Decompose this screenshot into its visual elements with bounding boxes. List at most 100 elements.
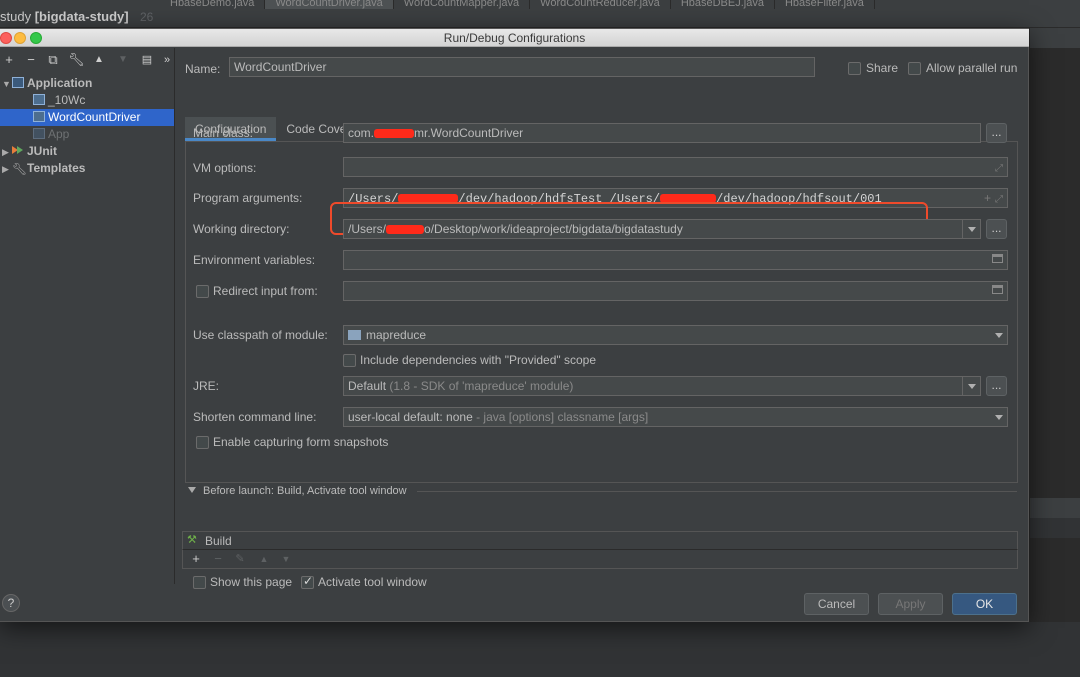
application-icon: [12, 77, 24, 88]
build-task[interactable]: Build: [205, 534, 232, 548]
add-icon[interactable]: +: [189, 551, 203, 567]
expand-icon[interactable]: ⤢: [995, 160, 1003, 176]
allow-parallel-checkbox[interactable]: [908, 62, 921, 75]
include-deps-label: Include dependencies with "Provided" sco…: [360, 353, 597, 367]
name-label: Name:: [185, 62, 221, 76]
file-tab[interactable]: HbaseFilter.java: [775, 0, 875, 9]
tree-toolbar: + − ⧉ 🔧︎ ▲ ▼ ▤ »: [0, 48, 175, 72]
collapse-arrow-icon[interactable]: ▶: [2, 144, 12, 161]
classpath-module-select[interactable]: mapreduce: [343, 325, 1008, 345]
redaction: [386, 225, 425, 234]
dialog-title: Run/Debug Configurations: [443, 31, 586, 45]
add-icon[interactable]: +: [2, 52, 16, 68]
wrench-icon[interactable]: 🔧︎: [68, 52, 85, 68]
snapshots-checkbox[interactable]: [196, 436, 209, 449]
hammer-icon: ⚒: [187, 534, 197, 546]
junit-icon: [12, 145, 24, 156]
chevron-down-icon: [968, 227, 976, 232]
line-number: 26: [140, 10, 154, 24]
browse-main-class-button[interactable]: ...: [986, 123, 1007, 143]
project-title: study [bigdata-study]: [0, 9, 129, 24]
folder-icon[interactable]: [992, 285, 1003, 294]
collapse-arrow-icon[interactable]: [188, 487, 196, 493]
main-class-label: Main class:: [193, 126, 254, 140]
remove-icon[interactable]: −: [211, 551, 225, 567]
tree-node-templates[interactable]: ▶ 🔧︎Templates: [2, 160, 175, 177]
copy-icon[interactable]: ⧉: [46, 52, 60, 68]
jre-dropdown[interactable]: [962, 377, 980, 395]
show-page-checkbox[interactable]: [193, 576, 206, 589]
application-icon: [33, 111, 45, 122]
activate-window-checkbox[interactable]: [301, 574, 314, 589]
activate-window-label: Activate tool window: [318, 575, 427, 589]
dialog-titlebar: Run/Debug Configurations: [0, 29, 1029, 47]
remove-icon[interactable]: −: [24, 52, 38, 68]
tree-item-10wc[interactable]: _10Wc: [33, 92, 175, 109]
share-label: Share: [866, 61, 899, 75]
ide-tab-bar: study [bigdata-study] 26 HbaseDemo.java …: [0, 0, 1080, 28]
divider: [417, 491, 1017, 492]
shorten-cmd-select[interactable]: user-local default: none - java [options…: [343, 407, 1008, 427]
tree-item-app[interactable]: App: [33, 126, 175, 143]
folder-icon[interactable]: ▤: [140, 52, 154, 68]
help-button[interactable]: ?: [2, 594, 20, 612]
redaction: [374, 129, 415, 138]
show-page-label: Show this page: [210, 575, 293, 589]
edit-icon[interactable]: ✎: [233, 551, 247, 567]
expand-arrow-icon[interactable]: ▼: [2, 76, 12, 93]
move-down-icon[interactable]: ▼: [116, 52, 130, 68]
file-tab[interactable]: WordCountMapper.java: [394, 0, 531, 9]
module-folder-icon: [348, 330, 361, 340]
expand-icon[interactable]: ⤢: [995, 191, 1003, 207]
working-dir-dropdown[interactable]: [962, 220, 980, 238]
editor-bottom-background: [0, 622, 1080, 677]
redirect-input-field[interactable]: [343, 281, 1008, 301]
minimize-window-button[interactable]: [14, 32, 26, 44]
redirect-input-label: Redirect input from:: [213, 284, 318, 298]
file-tab[interactable]: WordCountReducer.java: [530, 0, 671, 9]
share-checkbox[interactable]: [848, 62, 861, 75]
browse-working-dir-button[interactable]: ...: [986, 219, 1007, 239]
run-debug-dialog: Run/Debug Configurations + − ⧉ 🔧︎ ▲ ▼ ▤ …: [0, 28, 1029, 622]
tree-node-junit[interactable]: ▶ JUnit: [2, 143, 175, 160]
snapshots-label: Enable capturing form snapshots: [213, 435, 389, 449]
editor-background: [1030, 28, 1080, 677]
move-down-icon[interactable]: ▼: [279, 551, 293, 567]
jre-label: JRE:: [193, 379, 220, 393]
folder-icon[interactable]: [992, 254, 1003, 263]
redirect-input-checkbox[interactable]: [196, 285, 209, 298]
chevron-down-icon: [995, 415, 1003, 420]
close-window-button[interactable]: [0, 32, 12, 44]
application-icon: [33, 128, 45, 139]
before-launch-header: Before launch: Build, Activate tool wind…: [203, 485, 407, 497]
move-up-icon[interactable]: ▲: [257, 551, 271, 567]
include-deps-checkbox[interactable]: [343, 354, 356, 367]
more-icon[interactable]: »: [160, 52, 174, 68]
browse-jre-button[interactable]: ...: [986, 376, 1007, 396]
cancel-button[interactable]: Cancel: [804, 593, 869, 615]
chevron-down-icon: [968, 384, 976, 389]
name-input[interactable]: WordCountDriver: [229, 57, 815, 77]
main-class-input[interactable]: com. mr.WordCountDriver: [343, 123, 981, 143]
tree-item-wordcountdriver[interactable]: WordCountDriver: [0, 109, 174, 126]
classpath-label: Use classpath of module:: [193, 328, 328, 342]
env-vars-label: Environment variables:: [193, 253, 316, 267]
apply-button[interactable]: Apply: [878, 593, 943, 615]
before-launch-list: ⚒ Build: [182, 531, 1018, 549]
chevron-down-icon: [995, 333, 1003, 338]
vm-options-input[interactable]: ⤢: [343, 157, 1008, 177]
env-vars-input[interactable]: [343, 250, 1008, 270]
file-tab[interactable]: HbaseDBEJ.java: [671, 0, 775, 9]
file-tab[interactable]: HbaseDemo.java: [160, 0, 266, 9]
shorten-cmd-label: Shorten command line:: [193, 410, 317, 424]
tree-node-application[interactable]: ▼ Application: [2, 75, 175, 92]
jre-select[interactable]: Default (1.8 - SDK of 'mapreduce' module…: [343, 376, 981, 396]
collapse-arrow-icon[interactable]: ▶: [2, 161, 12, 178]
move-up-icon[interactable]: ▲: [92, 52, 106, 68]
ok-button[interactable]: OK: [952, 593, 1017, 615]
file-tab[interactable]: WordCountDriver.java: [265, 0, 394, 9]
zoom-window-button[interactable]: [30, 32, 42, 44]
add-icon[interactable]: +: [984, 189, 991, 207]
wrench-icon: 🔧︎: [12, 162, 28, 176]
working-dir-input[interactable]: /Users/o/Desktop/work/ideaproject/bigdat…: [343, 219, 981, 239]
